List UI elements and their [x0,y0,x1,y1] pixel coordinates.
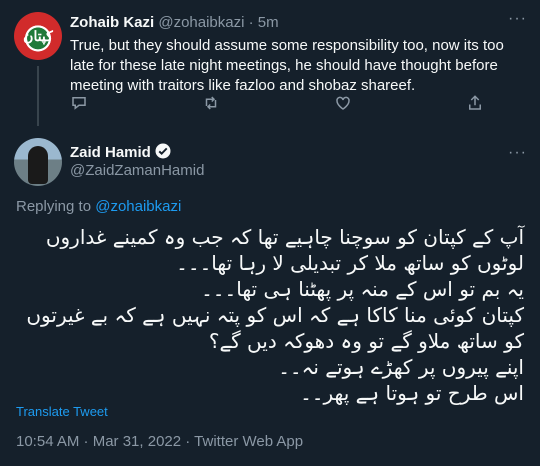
tweet-text: True, but they should assume some respon… [70,37,504,94]
tweet-text-line: اس طرح تو ہوتا ہے پھر۔۔ [300,381,524,405]
avatar-logo-text: کپتان [23,28,53,44]
tweet-time[interactable]: 5m [258,14,279,31]
avatar-person [28,146,48,184]
tweet-text-line: اپنے پیروں پر کھڑے ہوتے نہ۔۔ [278,355,524,379]
more-options-icon[interactable]: ··· [508,144,530,162]
thread-line [37,66,39,126]
avatar[interactable]: کپتان [14,12,62,60]
tweet-text-line: یہ بم تو اس کے منہ پر پھٹنا ہی تھا۔۔۔ [201,277,524,301]
retweet-icon[interactable] [202,94,222,114]
tweet-text-line: کپتان کوئی منا کاکا ہے کہ اس کو پتہ نہیں… [26,303,524,327]
tweet-header: Zohaib Kazi @zohaibkazi · 5m [70,14,279,31]
avatar[interactable] [14,138,62,186]
replying-prefix: Replying to [16,198,96,215]
translate-tweet-link[interactable]: Translate Tweet [16,404,108,419]
display-name[interactable]: Zohaib Kazi [70,14,154,31]
tweet-text-line: لوٹوں کو ساتھ ملا کر تبدیلی لا رہا تھا۔۔… [176,251,524,275]
replying-to: Replying to @zohaibkazi [16,198,181,215]
separator: · [244,14,258,31]
reply-tweet[interactable]: کپتان Zohaib Kazi @zohaibkazi · 5m ··· T… [0,0,540,128]
display-name[interactable]: Zaid Hamid [70,144,151,161]
tweet-text: آپ کے کپتان کو سوچنا چاہیے تھا کہ جب وہ … [14,224,524,406]
more-options-icon[interactable]: ··· [508,10,530,28]
like-icon[interactable] [334,94,354,114]
mention-link[interactable]: @zohaibkazi [95,198,181,215]
tweet-header: Zaid Hamid [70,142,172,164]
reply-icon[interactable] [70,94,90,114]
user-handle[interactable]: @zohaibkazi [158,14,244,31]
share-icon[interactable] [466,94,486,114]
tweet-timestamp[interactable]: 10:54 AM · Mar 31, 2022 · Twitter Web Ap… [16,433,303,450]
user-handle[interactable]: @ZaidZamanHamid [70,162,204,179]
main-tweet: Zaid Hamid @ZaidZamanHamid ··· Replying … [0,128,540,466]
tweet-actions [70,94,510,114]
verified-badge-icon [154,142,172,164]
tweet-text-line: کو ساتھ ملاو گے تو وہ دھوکہ دیں گے؟ [208,329,524,353]
tweet-text-line: آپ کے کپتان کو سوچنا چاہیے تھا کہ جب وہ … [45,225,524,249]
